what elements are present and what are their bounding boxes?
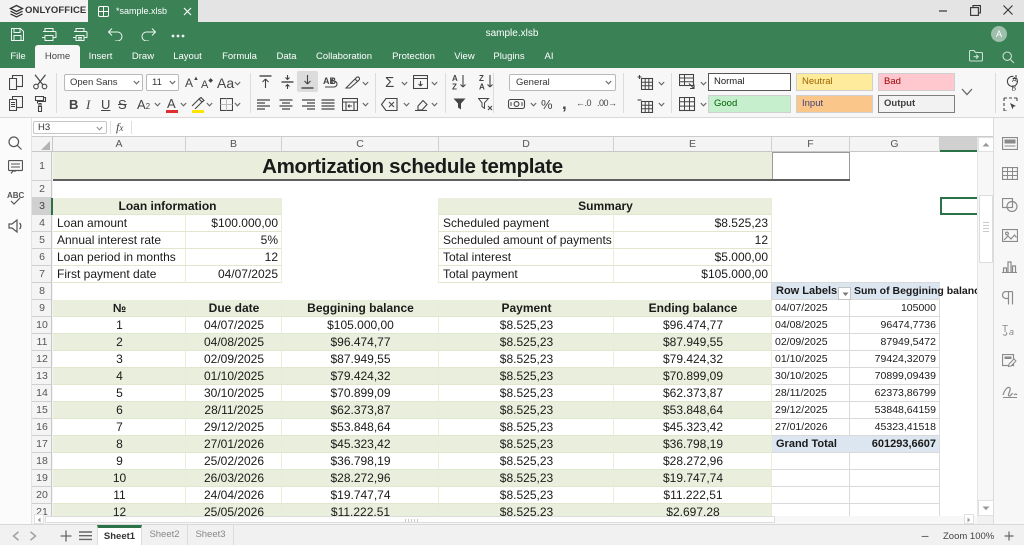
svg-text:a: a [1009,327,1014,336]
svg-text:B: B [1012,86,1017,92]
svg-text:ABC: ABC [7,191,24,200]
svg-text:A: A [1012,77,1017,84]
svg-text:A: A [479,83,485,91]
svg-text:Z: Z [452,83,457,91]
